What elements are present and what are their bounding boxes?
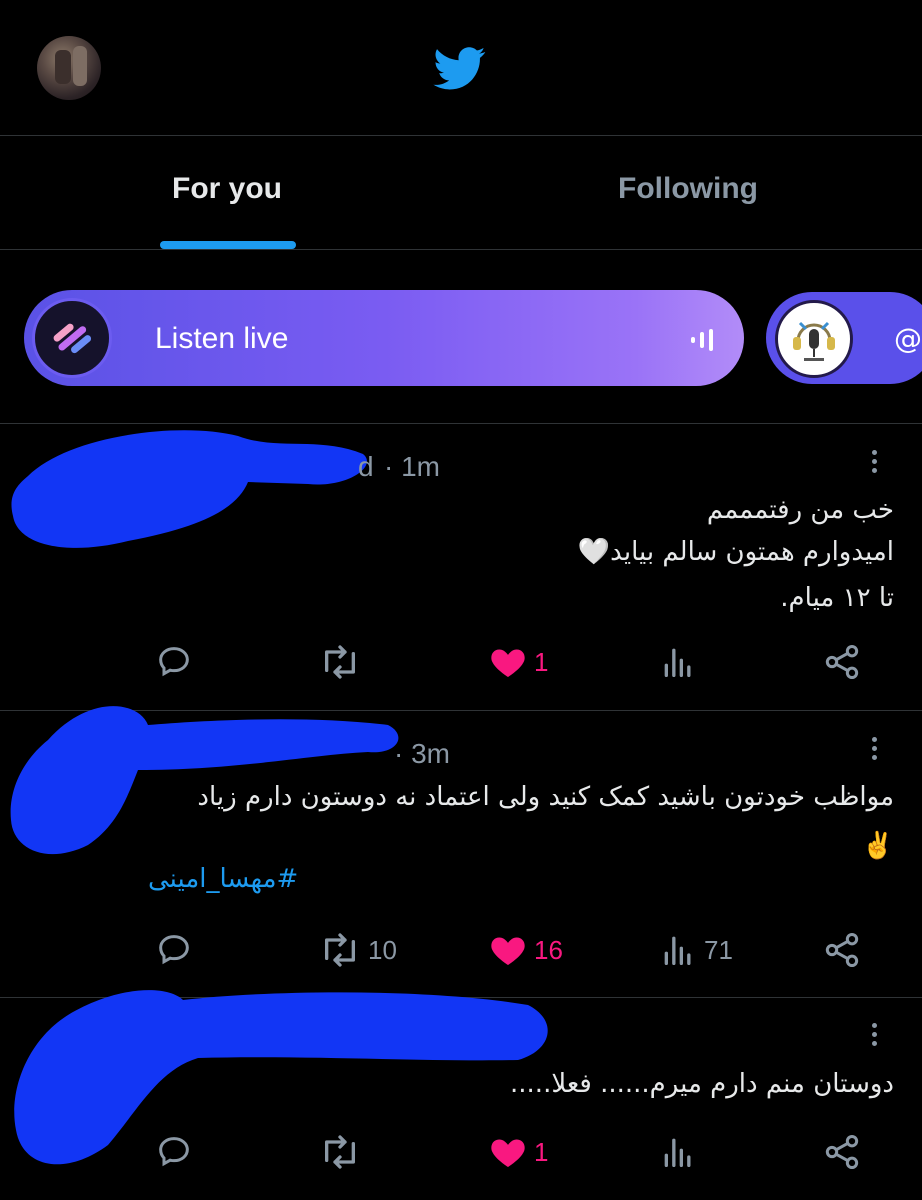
more-options-icon[interactable] [870,737,878,769]
heart-filled-icon [491,937,525,965]
share-icon [825,645,859,679]
tweet-author-name-partial: d [358,451,374,482]
active-tab-indicator [160,241,296,249]
tab-for-you[interactable]: For you [172,172,282,206]
reply-icon [159,935,189,965]
share-button[interactable] [822,930,862,970]
reply-button[interactable] [154,642,200,682]
retweet-count: 10 [368,934,397,965]
listen-live-label: Listen live [155,322,289,355]
share-button[interactable] [822,1132,862,1172]
views-button[interactable]: 71 [658,930,733,970]
retweet-button[interactable] [318,642,368,682]
tweet-timestamp[interactable]: · 1m [384,451,440,483]
reply-icon [159,1137,189,1167]
reply-button[interactable] [154,930,200,970]
views-count: 71 [704,934,733,965]
tweet-timestamp[interactable]: · 3m [394,738,450,770]
tweet-text-line: مواظب خودتون باشید کمک کنید ولی اعتماد ن… [197,782,894,812]
retweet-icon [324,1135,355,1169]
tabs-divider [0,249,922,250]
listen-live-space[interactable] [24,290,744,386]
more-options-icon[interactable] [870,1023,878,1055]
heart-filled-icon [491,649,525,677]
like-count: 16 [534,934,563,965]
views-button[interactable] [658,1132,704,1172]
views-bar-chart-icon [664,936,691,965]
retweet-button[interactable]: 10 [318,930,397,970]
retweet-button[interactable] [318,1132,368,1172]
like-count: 1 [534,1136,549,1167]
redaction-scribble [14,990,548,1165]
tweet-text-line: امیدوارم همتون سالم بیاید🤍 [577,537,894,567]
like-count: 1 [534,646,549,677]
share-button[interactable] [822,642,862,682]
tweet-text-line: خب من رفتمممم [706,495,894,525]
tweet-text-line: دوستان منم دارم میرم...... فعلا..... [510,1069,894,1099]
share-icon [825,1135,859,1169]
reply-icon [159,647,189,677]
space-host-avatar[interactable] [775,300,853,378]
tweet-text-line: تا ۱۲ میام. [780,583,894,613]
tab-following[interactable]: Following [618,172,758,206]
user-avatar[interactable] [37,36,101,100]
share-icon [825,933,859,967]
reply-button[interactable] [154,1132,200,1172]
retweet-icon [324,933,355,967]
header-divider [0,135,922,136]
hashtag-link[interactable]: #مهسا_امینی [148,864,298,894]
views-bar-chart-icon [664,1138,691,1167]
more-options-icon[interactable] [870,450,878,482]
audio-wave-icon [691,329,713,351]
twitter-bird-icon [433,47,486,90]
spaces-logo-icon [32,298,112,378]
redaction-scribble [11,430,367,548]
views-button[interactable] [658,642,704,682]
space-title-partial: @ [894,322,922,355]
like-button[interactable]: 1 [488,642,548,682]
retweet-icon [324,645,355,679]
tweet-text-line: ✌️ [861,831,894,861]
heart-filled-icon [491,1139,525,1167]
views-bar-chart-icon [664,648,691,677]
like-button[interactable]: 16 [488,930,563,970]
like-button[interactable]: 1 [488,1132,548,1172]
